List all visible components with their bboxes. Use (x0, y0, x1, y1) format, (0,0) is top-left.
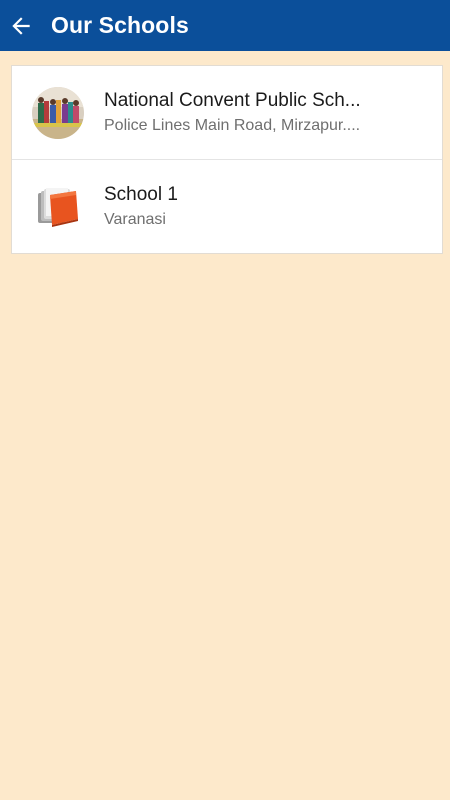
school-address: Police Lines Main Road, Mirzapur.... (104, 116, 361, 134)
school-list-item[interactable]: National Convent Public Sch... Police Li… (12, 66, 442, 159)
school-avatar (32, 86, 84, 139)
folder-icon (32, 181, 84, 233)
back-button[interactable] (0, 0, 42, 51)
school-name: National Convent Public Sch... (104, 89, 361, 111)
app-bar: Our Schools (0, 0, 450, 51)
school-address: Varanasi (104, 210, 166, 228)
page-title: Our Schools (51, 12, 189, 38)
school-name: School 1 (104, 183, 178, 205)
school-photo-avatar (32, 86, 84, 139)
school-list-item[interactable]: School 1 Varanasi (12, 159, 442, 253)
arrow-left-icon (12, 16, 30, 35)
school-list: National Convent Public Sch... Police Li… (11, 65, 443, 254)
